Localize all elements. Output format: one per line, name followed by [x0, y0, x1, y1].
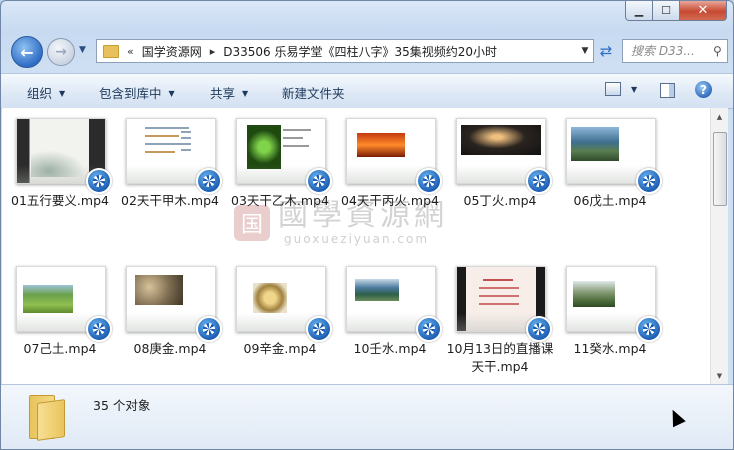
minimize-button[interactable]: ▁	[625, 1, 653, 21]
breadcrumb-separator-icon[interactable]: ▸	[210, 45, 216, 58]
media-player-icon	[416, 316, 442, 342]
new-folder-button[interactable]: 新建文件夹	[282, 83, 345, 102]
back-button[interactable]: ←	[11, 36, 43, 68]
file-item[interactable]: 02天干甲木.mp4	[116, 108, 224, 236]
file-item[interactable]: 05丁火.mp4	[446, 108, 554, 236]
file-name: 11癸水.mp4	[573, 341, 647, 356]
maximize-button[interactable]: ☐	[653, 1, 680, 21]
organize-menu[interactable]: 组织 ▼	[27, 83, 65, 102]
details-pane: 35 个对象	[1, 384, 733, 449]
mouse-cursor-icon	[666, 406, 686, 428]
organize-label: 组织	[27, 86, 53, 101]
media-player-icon	[86, 316, 112, 342]
scroll-down-icon[interactable]: ▼	[711, 367, 728, 384]
file-name: 01五行要义.mp4	[11, 193, 109, 208]
folder-icon	[103, 44, 119, 58]
file-name: 03天干乙木.mp4	[231, 193, 329, 208]
file-name: 10月13日的直播课天干.mp4	[446, 341, 554, 374]
search-input[interactable]	[629, 43, 713, 59]
media-player-icon	[306, 316, 332, 342]
command-bar: 组织 ▼ 包含到库中 ▼ 共享 ▼ 新建文件夹 ▼ ?	[1, 73, 733, 109]
view-icon	[605, 82, 621, 96]
media-player-icon	[416, 168, 442, 194]
file-item[interactable]: 01五行要义.mp4	[6, 108, 114, 236]
include-in-library-menu[interactable]: 包含到库中 ▼	[99, 83, 175, 102]
search-icon[interactable]: ⚲	[713, 44, 722, 58]
file-name: 04天干丙火.mp4	[341, 193, 439, 208]
media-player-icon	[86, 168, 112, 194]
recent-pages-dropdown[interactable]: ▼	[79, 45, 86, 55]
breadcrumb-item-current[interactable]: D33506 乐易学堂《四柱八字》35集视频约20小时	[223, 43, 497, 60]
preview-pane-icon[interactable]	[660, 83, 675, 98]
scroll-up-icon[interactable]: ▲	[711, 108, 728, 125]
file-name: 07己土.mp4	[23, 341, 97, 356]
media-player-icon	[306, 168, 332, 194]
address-bar[interactable]: « 国学资源网 ▸ D33506 乐易学堂《四柱八字》35集视频约20小时 ▼	[96, 39, 594, 63]
address-dropdown-icon[interactable]: ▼	[577, 40, 593, 62]
chevron-down-icon: ▼	[59, 89, 66, 98]
forward-arrow-icon: →	[55, 44, 67, 60]
file-name: 02天干甲木.mp4	[121, 193, 219, 208]
refresh-icon: ⇄	[599, 42, 613, 60]
media-player-icon	[196, 316, 222, 342]
include-in-library-label: 包含到库中	[99, 86, 162, 101]
caption-buttons: ▁ ☐ ✕	[625, 1, 727, 21]
search-box[interactable]: ⚲	[622, 39, 728, 63]
file-name: 05丁火.mp4	[463, 193, 537, 208]
file-item[interactable]: 10壬水.mp4	[336, 256, 444, 384]
media-player-icon	[636, 316, 662, 342]
close-button[interactable]: ✕	[680, 1, 727, 21]
breadcrumb-overflow-icon[interactable]: «	[127, 45, 134, 58]
explorer-window: ▁ ☐ ✕ ← → ▼ « 国学资源网 ▸ D33506 乐易学堂《四柱八字》3…	[0, 0, 734, 450]
chevron-down-icon: ▼	[168, 89, 175, 98]
file-item[interactable]: 08庚金.mp4	[116, 256, 224, 384]
media-player-icon	[636, 168, 662, 194]
chevron-down-icon: ▼	[631, 84, 638, 94]
refresh-button[interactable]: ⇄	[594, 39, 618, 63]
share-menu[interactable]: 共享 ▼	[210, 83, 248, 102]
media-player-icon	[526, 316, 552, 342]
forward-button[interactable]: →	[47, 38, 75, 66]
back-arrow-icon: ←	[20, 42, 34, 62]
share-label: 共享	[210, 86, 236, 101]
change-view-button[interactable]: ▼	[605, 82, 637, 96]
file-item[interactable]: 03天干乙木.mp4	[226, 108, 334, 236]
help-icon[interactable]: ?	[695, 81, 712, 98]
file-name: 06戊土.mp4	[573, 193, 647, 208]
file-item[interactable]: 06戊土.mp4	[556, 108, 664, 236]
file-item[interactable]: 11癸水.mp4	[556, 256, 664, 384]
chevron-down-icon: ▼	[242, 89, 249, 98]
scroll-thumb[interactable]	[713, 132, 727, 206]
file-item[interactable]: 10月13日的直播课天干.mp4	[446, 256, 554, 384]
media-player-icon	[526, 168, 552, 194]
media-player-icon	[196, 168, 222, 194]
file-name: 09辛金.mp4	[243, 341, 317, 356]
file-name: 08庚金.mp4	[133, 341, 207, 356]
folder-icon	[29, 395, 65, 441]
file-list: 国 國學資源網 guoxueziyuan.com 01五行要义.mp4 02天干甲…	[2, 108, 710, 384]
file-name: 10壬水.mp4	[353, 341, 427, 356]
file-item[interactable]: 07己土.mp4	[6, 256, 114, 384]
breadcrumb-item-root[interactable]: 国学资源网	[142, 43, 202, 60]
vertical-scrollbar[interactable]: ▲ ▼	[710, 108, 728, 384]
item-count: 35 个对象	[93, 398, 151, 413]
file-item[interactable]: 09辛金.mp4	[226, 256, 334, 384]
file-item[interactable]: 04天干丙火.mp4	[336, 108, 444, 236]
